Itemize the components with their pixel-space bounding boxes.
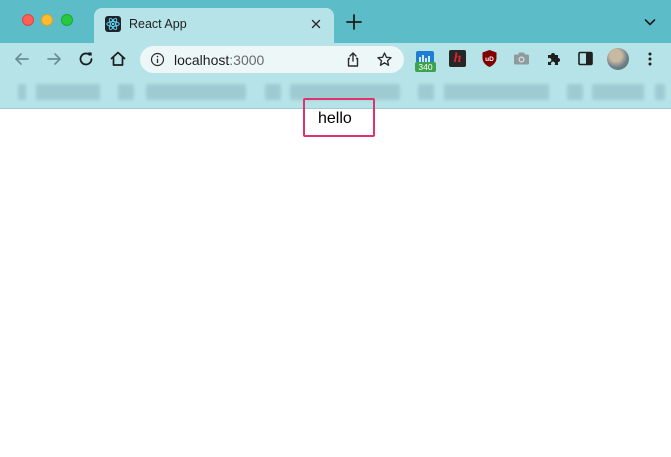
ublock-label: uD [485,56,494,63]
tab-react-app[interactable]: React App [94,8,334,43]
bookmark-item[interactable] [18,84,26,100]
bookmark-item[interactable] [36,84,100,100]
page-content [0,110,671,457]
url-text: localhost:3000 [174,52,264,68]
forward-arrow-icon[interactable] [44,49,64,69]
address-bar[interactable]: localhost:3000 [140,46,404,73]
bookmark-item[interactable] [592,84,644,100]
browser-titlebar: React App [0,0,671,43]
close-tab-icon[interactable] [308,16,324,32]
url-port: :3000 [229,52,265,68]
bookmark-item[interactable] [655,84,665,100]
extension-badge-count: 340 [415,62,436,72]
bookmark-star-icon[interactable] [376,51,393,68]
bookmark-item[interactable] [444,84,549,100]
bookmark-item[interactable] [118,84,134,100]
bookmark-item[interactable] [418,84,434,100]
new-tab-button[interactable] [344,12,364,32]
puzzle-extensions-icon[interactable] [545,50,562,67]
site-info-icon[interactable] [150,52,165,67]
side-panel-icon[interactable] [577,50,594,67]
back-arrow-icon[interactable] [12,49,32,69]
close-window-button[interactable] [22,14,34,26]
camera-icon[interactable] [513,51,530,66]
share-icon[interactable] [345,51,361,68]
hello-text: hello [318,110,352,127]
profile-avatar[interactable] [607,48,629,70]
url-host: localhost [174,52,230,68]
react-logo-icon [105,16,121,32]
bookmark-item[interactable] [567,84,583,100]
chevron-down-icon[interactable] [642,14,658,30]
minimize-window-button[interactable] [41,14,53,26]
home-icon[interactable] [108,49,128,69]
tab-title: React App [129,17,187,31]
extension-h-icon[interactable]: h [449,50,466,67]
reload-icon[interactable] [76,49,96,69]
kebab-menu-icon[interactable] [642,50,658,68]
zoom-window-button[interactable] [61,14,73,26]
bookmark-item[interactable] [265,84,281,100]
bookmark-item[interactable] [146,84,246,100]
browser-toolbar: localhost:3000 h uD [0,43,671,76]
ublock-shield-icon[interactable]: uD [481,49,498,68]
